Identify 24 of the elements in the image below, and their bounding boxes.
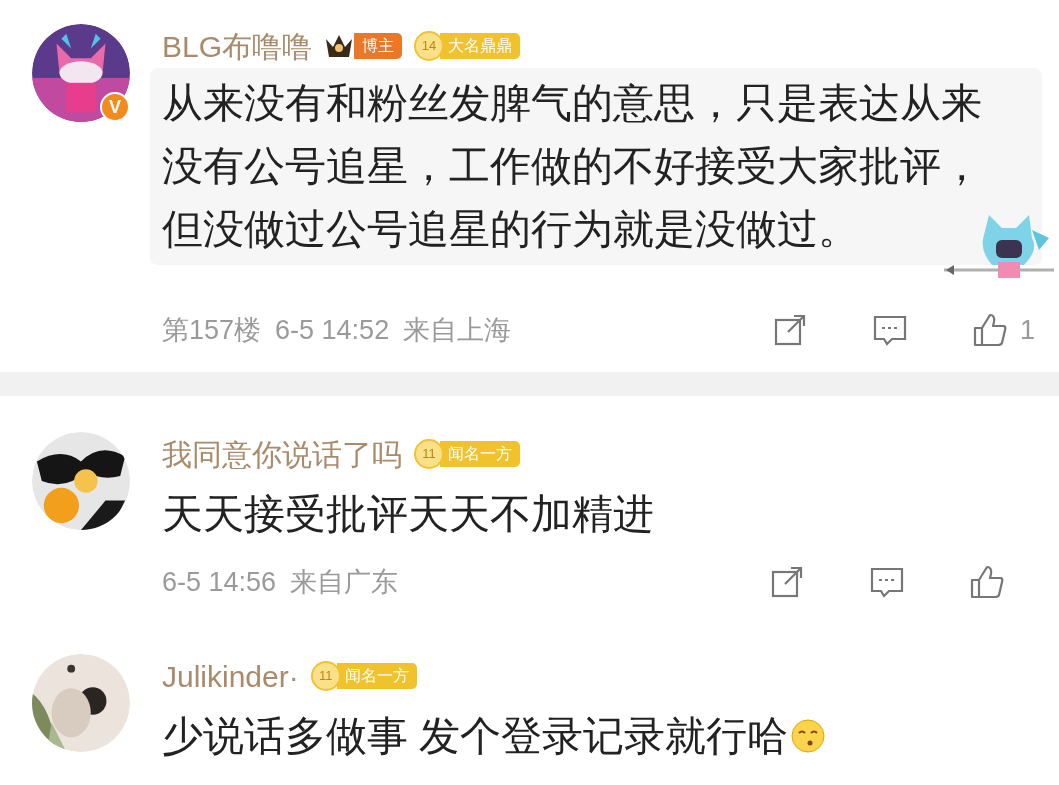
share-icon[interactable] [772, 312, 808, 348]
comment-text: 少说话多做事 发个登录记录就行哈 [162, 712, 789, 761]
thumbs-up-icon[interactable] [972, 312, 1008, 348]
location: 来自上海 [403, 313, 512, 347]
share-icon[interactable] [769, 564, 805, 600]
fan-level: 11 [310, 661, 341, 691]
post-time: 6-5 14:56 [162, 565, 277, 599]
thumbs-up-icon[interactable] [969, 564, 1005, 600]
username[interactable]: Julikinder· [162, 653, 299, 699]
username[interactable]: 我同意你说话了吗 [162, 431, 402, 477]
fan-badge: 闻名一方 [440, 441, 520, 467]
comment-text: 天天接受批评天天不加精进 [162, 490, 654, 539]
fan-level: 11 [414, 439, 444, 469]
fan-level: 14 [414, 31, 445, 61]
like-count: 1 [1020, 313, 1036, 347]
verified-badge: V [100, 92, 130, 122]
role-badge: 博主 [354, 33, 403, 59]
fan-badge: 闻名一方 [336, 663, 417, 689]
fan-badge: 大名鼎鼎 [440, 33, 521, 59]
comment-text: 从来没有和粉丝发脾气的意思，只是表达从来没有公号追星，工作做的不好接受大家批评，但没做过公号追星的行为就是没做过。 [162, 79, 983, 254]
username[interactable]: BLG布噜噜 [162, 23, 313, 69]
location: 来自广东 [290, 565, 399, 599]
post-time: 6-5 14:52 [275, 313, 390, 347]
floor-number: 第157楼 [162, 313, 262, 347]
